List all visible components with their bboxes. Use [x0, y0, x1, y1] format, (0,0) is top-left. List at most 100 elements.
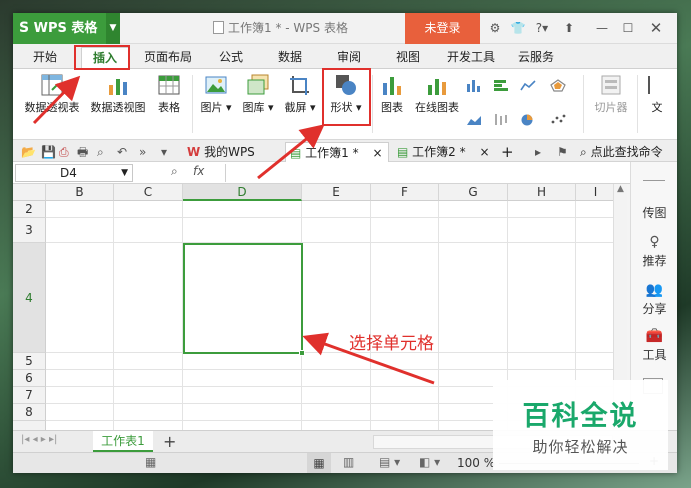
tab-page-layout[interactable]: 页面布局: [138, 47, 198, 68]
bar-chart-icon[interactable]: [493, 79, 509, 92]
pivot-table-button[interactable]: 数据透视表: [21, 73, 83, 115]
document-title: 工作簿1 * - WPS 表格: [213, 13, 348, 44]
more-icon[interactable]: »: [135, 142, 150, 162]
column-header-g[interactable]: G: [439, 184, 508, 201]
login-button[interactable]: 未登录: [405, 13, 480, 44]
reading-view-icon[interactable]: ◧ ▾: [419, 455, 440, 469]
flag-icon[interactable]: ⚑: [553, 142, 572, 162]
close-tab-icon[interactable]: ×: [479, 145, 489, 159]
tab-data[interactable]: 数据: [270, 47, 310, 68]
picture-icon: [205, 76, 227, 94]
tab-developer[interactable]: 开发工具: [441, 47, 501, 68]
pdf-icon[interactable]: ⎙: [55, 142, 73, 162]
row-header-5[interactable]: 5: [13, 353, 46, 370]
close-tab-icon[interactable]: ×: [372, 146, 382, 160]
column-header-e[interactable]: E: [302, 184, 371, 201]
side-item-share[interactable]: 👥 分享: [631, 282, 678, 317]
row-header-2[interactable]: 2: [13, 201, 46, 218]
tab-cloud[interactable]: 云服务: [511, 47, 561, 68]
zoom-level[interactable]: 100 %: [457, 456, 495, 470]
chart-icon: [383, 77, 401, 95]
row-header-6[interactable]: 6: [13, 370, 46, 387]
page-layout-view-icon[interactable]: ▥: [343, 455, 354, 469]
grid-line: [438, 201, 439, 430]
dropdown-icon[interactable]: ▸: [531, 142, 545, 162]
tab-workbook2[interactable]: ▤ 工作簿2 * ×: [393, 142, 497, 162]
column-header-i[interactable]: I: [576, 184, 616, 201]
page-break-view-icon[interactable]: ▤ ▾: [379, 455, 400, 469]
row-header-7[interactable]: 7: [13, 387, 46, 404]
selected-cell-d4[interactable]: [183, 243, 305, 356]
add-sheet-icon[interactable]: +: [163, 432, 176, 451]
shirt-icon[interactable]: 👕: [507, 13, 529, 44]
normal-view-icon[interactable]: ▦: [307, 453, 331, 473]
side-item-tools[interactable]: 🧰 工具: [631, 328, 678, 363]
fx-icon[interactable]: fx: [193, 164, 204, 178]
panel-collapse-icon[interactable]: [643, 180, 665, 181]
side-item-upload[interactable]: 传图: [631, 204, 678, 221]
print-preview-icon[interactable]: ⌕: [93, 142, 108, 162]
scrollbar-up-icon[interactable]: ▲: [614, 184, 627, 194]
print-icon[interactable]: 🖶: [73, 142, 92, 162]
sheet-tab-1[interactable]: 工作表1: [93, 431, 153, 452]
column-header-f[interactable]: F: [371, 184, 439, 201]
pie-chart-icon[interactable]: [520, 113, 536, 126]
tab-workbook1[interactable]: ▤ 工作簿1 * ×: [285, 142, 389, 162]
app-menu-button[interactable]: S WPS 表格 ▼: [13, 13, 120, 44]
tab-home[interactable]: 开始: [25, 47, 65, 68]
chevron-down-icon[interactable]: ▼: [106, 13, 120, 44]
customize-icon[interactable]: ▾: [157, 142, 171, 162]
ribbon-separator: [583, 75, 584, 133]
new-tab-icon[interactable]: +: [497, 142, 518, 162]
gallery-button[interactable]: 图库 ▾: [239, 73, 277, 115]
zoom-search-icon[interactable]: ⌕: [171, 164, 178, 179]
side-item-recommend[interactable]: ♀ 推荐: [631, 234, 678, 269]
row-header-8[interactable]: 8: [13, 404, 46, 421]
column-header-d[interactable]: D: [183, 184, 302, 201]
row-header-3[interactable]: 3: [13, 218, 46, 243]
table-button[interactable]: 表格: [153, 73, 185, 115]
formula-input[interactable]: [225, 164, 625, 182]
column-header-c[interactable]: C: [114, 184, 183, 201]
row-header-4[interactable]: 4: [13, 243, 46, 353]
line-chart-icon[interactable]: [520, 79, 536, 92]
scatter-chart-icon[interactable]: [550, 113, 566, 126]
chart-button[interactable]: 图表: [376, 73, 408, 115]
maximize-icon[interactable]: ☐: [619, 13, 637, 44]
column-header-b[interactable]: B: [46, 184, 114, 201]
tab-view[interactable]: 视图: [388, 47, 428, 68]
command-search[interactable]: ⌕ 点此查找命令: [576, 142, 676, 162]
undo-icon[interactable]: ↶: [113, 142, 131, 162]
tab-formulas[interactable]: 公式: [211, 47, 251, 68]
area-chart-icon[interactable]: [466, 113, 482, 126]
first-sheet-icon[interactable]: |◂ ◂ ▸ ▸|: [21, 434, 57, 445]
row-header-9[interactable]: [13, 421, 46, 430]
chevron-down-icon[interactable]: ▼: [121, 165, 128, 181]
picture-button[interactable]: 图片 ▾: [197, 73, 235, 115]
stock-chart-icon[interactable]: [493, 113, 509, 126]
help-button[interactable]: ?▾: [532, 13, 552, 44]
column-chart-icon[interactable]: [466, 79, 482, 92]
slicer-button[interactable]: 切片器: [589, 73, 633, 115]
search-icon: ⌕: [580, 145, 587, 159]
tab-my-wps[interactable]: W 我的WPS ×: [183, 142, 281, 179]
picture-label: 图片 ▾: [200, 101, 232, 114]
pivot-chart-button[interactable]: 数据透视图: [87, 73, 149, 115]
gallery-icon: [247, 74, 269, 95]
select-all-corner[interactable]: [13, 184, 46, 201]
column-header-h[interactable]: H: [508, 184, 576, 201]
calendar-icon[interactable]: ▦: [145, 455, 156, 469]
fill-handle[interactable]: [299, 350, 305, 356]
radar-chart-icon[interactable]: [550, 79, 566, 92]
screenshot-button[interactable]: 截屏 ▾: [281, 73, 319, 115]
text-box-button[interactable]: 文: [643, 73, 671, 115]
close-icon[interactable]: ✕: [647, 13, 665, 44]
lightbulb-icon: ♀: [649, 234, 660, 250]
document-tab-bar: 📂 💾 ⎙ 🖶 ⌕ ↶ » ▾ W 我的WPS × ▤ 工作簿1 * × ▤ 工…: [13, 140, 677, 179]
minimize-icon[interactable]: —: [593, 13, 611, 44]
online-chart-button[interactable]: 在线图表: [411, 73, 463, 115]
skin-icon[interactable]: ⚙: [486, 13, 504, 44]
restore-icon[interactable]: ⬆: [560, 13, 578, 44]
tab-review[interactable]: 审阅: [329, 47, 369, 68]
name-box[interactable]: D4 ▼: [15, 164, 133, 182]
